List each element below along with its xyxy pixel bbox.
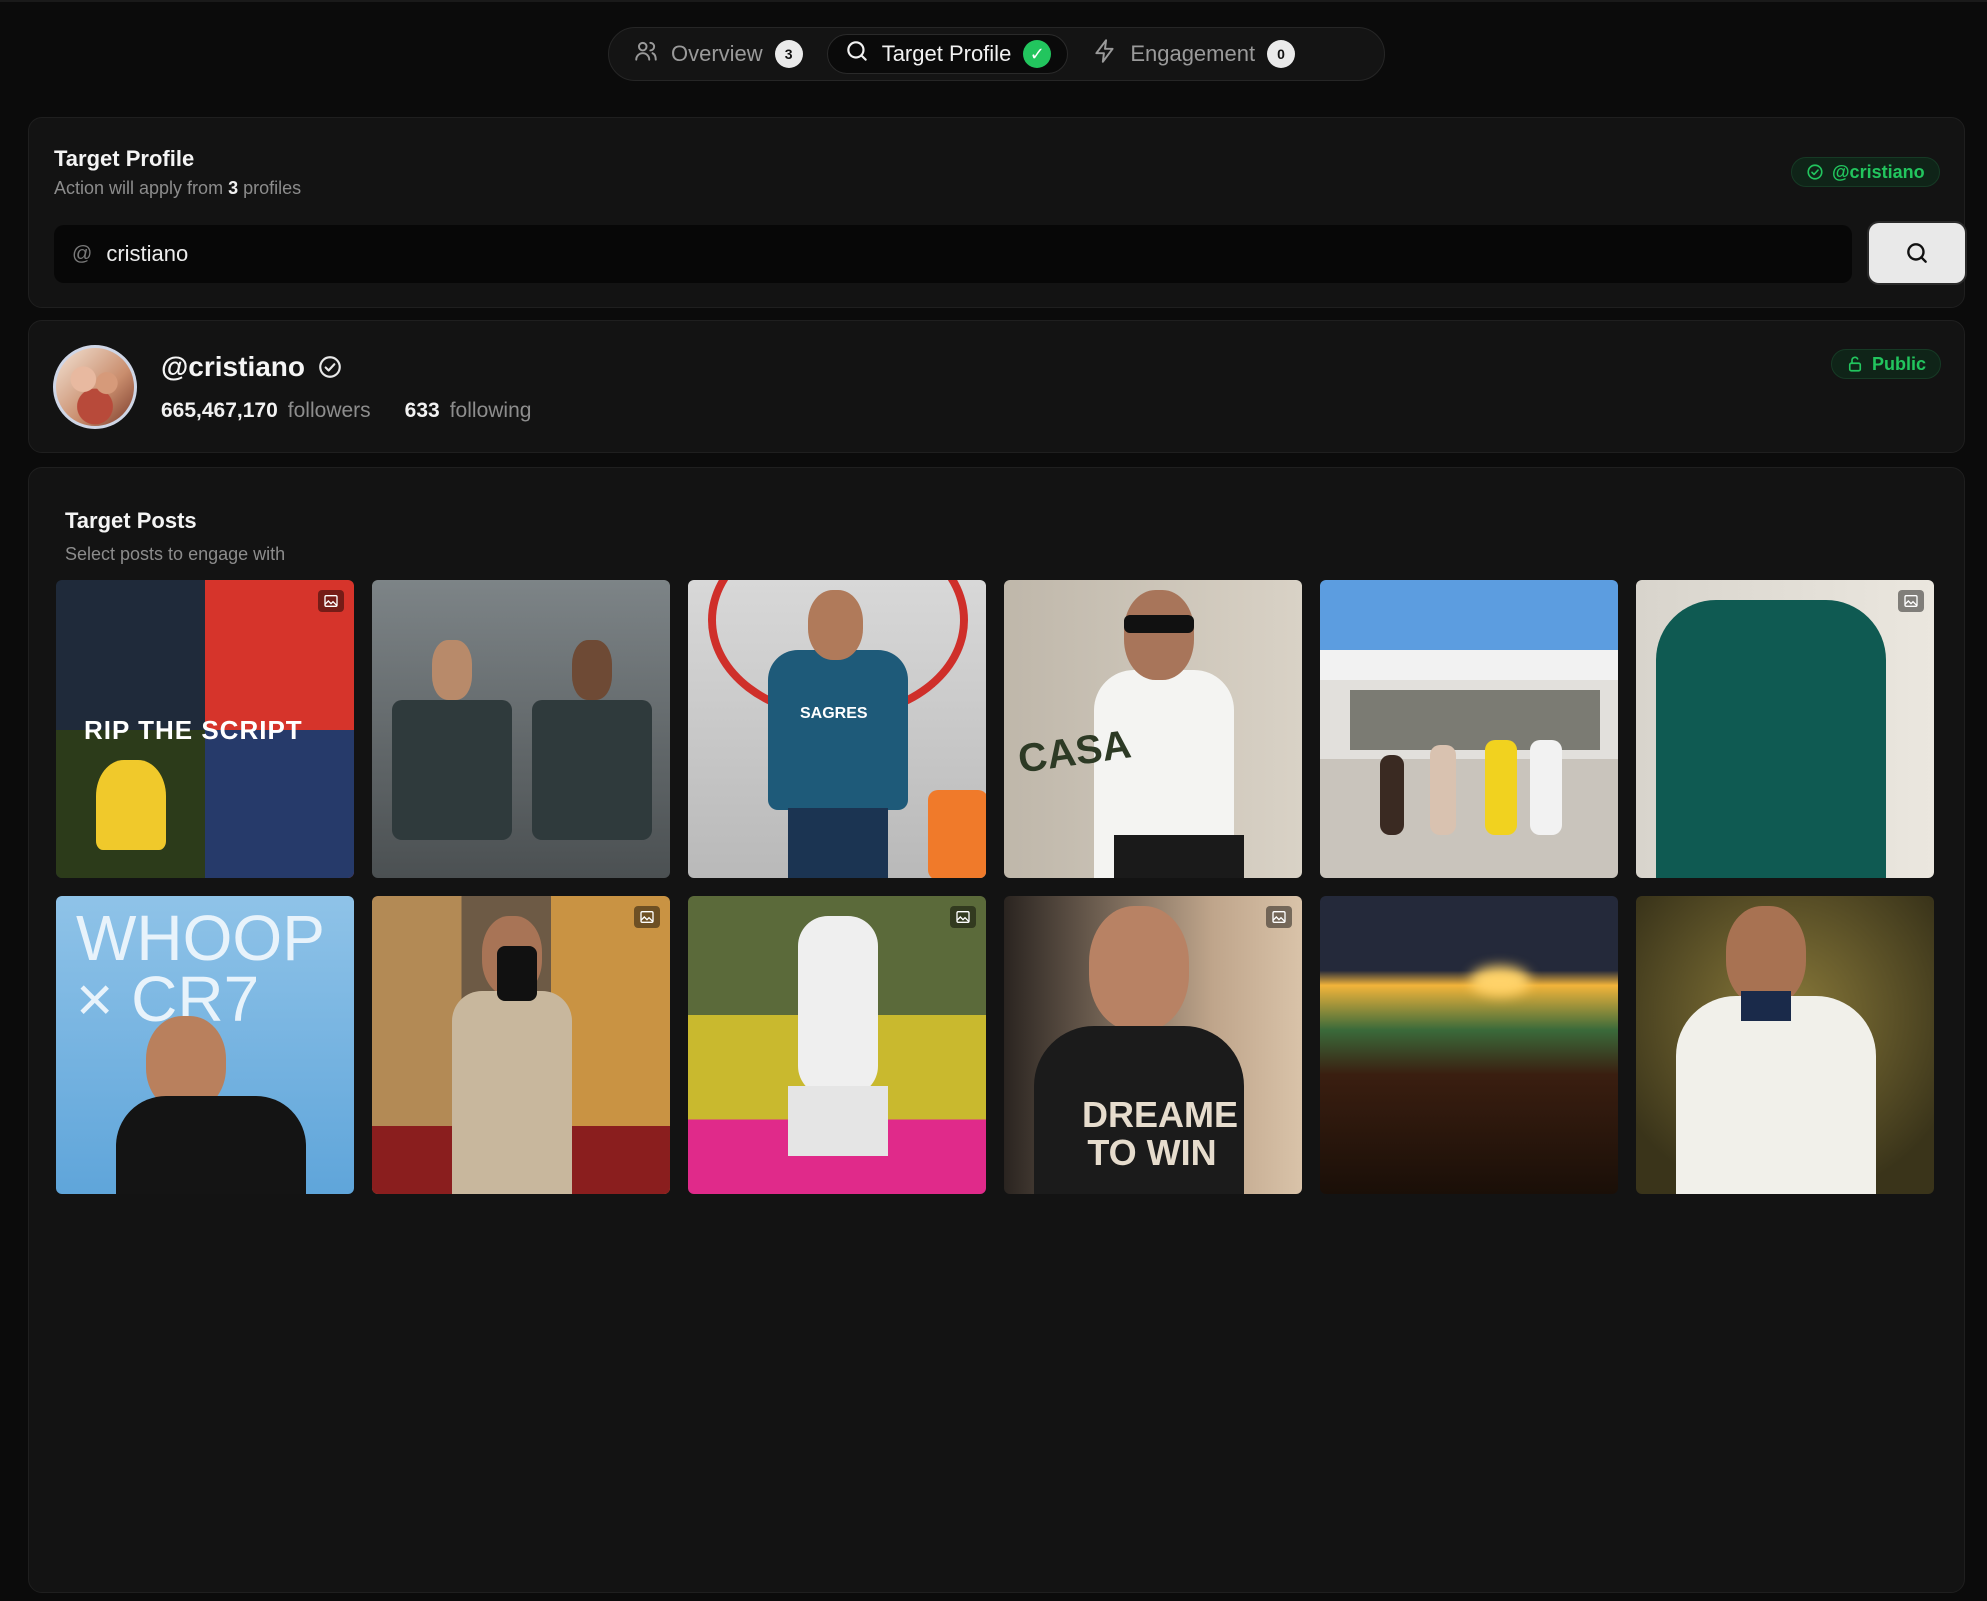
gallery-icon: [1898, 590, 1924, 612]
check-badge: ✓: [1023, 40, 1052, 68]
verified-icon: [319, 356, 341, 378]
post-thumbnail[interactable]: DREAME TO WIN: [1004, 896, 1302, 1194]
username-field: @: [54, 225, 1852, 283]
post-thumbnail[interactable]: [1320, 896, 1618, 1194]
post-thumbnail[interactable]: [688, 896, 986, 1194]
verified-handle-badge: @cristiano: [1791, 157, 1940, 187]
post-caption: SAGRES: [800, 705, 868, 722]
tab-target-profile-label: Target Profile: [881, 41, 1012, 66]
post-thumbnail[interactable]: [372, 896, 670, 1194]
post-thumbnail[interactable]: [372, 580, 670, 878]
search-row: @: [54, 223, 1965, 283]
gallery-icon: [318, 590, 344, 612]
tab-engagement-label: Engagement: [1130, 41, 1256, 66]
followers-count: 665,467,170: [161, 399, 278, 422]
target-posts-title: Target Posts: [65, 508, 197, 533]
post-caption: DREAME TO WIN: [1082, 1094, 1239, 1173]
post-thumbnail[interactable]: WHOOP × CR7: [56, 896, 354, 1194]
profile-username: @cristiano: [161, 351, 343, 383]
post-thumbnail[interactable]: [1636, 896, 1934, 1194]
users-icon: [633, 38, 659, 70]
profile-summary-card: @cristiano 665,467,170 followers 633 fol…: [28, 320, 1965, 453]
post-caption: WHOOP × CR7: [76, 902, 324, 1035]
posts-grid: RIP THE SCRIPT SAGRES CASA WHOOP × CR7 D…: [56, 580, 1940, 1194]
check-circle-icon: [1807, 164, 1823, 180]
following-count: 633: [404, 399, 440, 422]
target-posts-card: Target Posts Select posts to engage with…: [28, 467, 1965, 1593]
gallery-icon: [1266, 906, 1292, 928]
tab-engagement-badge: 0: [1267, 40, 1296, 68]
username-input[interactable]: [106, 241, 1707, 267]
search-icon: [844, 38, 870, 70]
step-tabs: Overview 3 Target Profile ✓ Engagement 0: [608, 27, 1385, 81]
tab-overview[interactable]: Overview 3: [617, 34, 819, 74]
search-icon: [1907, 243, 1927, 263]
tab-overview-badge: 3: [774, 40, 803, 68]
avatar: [53, 345, 137, 429]
target-profile-title: Target Profile: [54, 146, 195, 171]
followers-label: followers: [287, 399, 371, 422]
tab-engagement[interactable]: Engagement 0: [1076, 34, 1311, 74]
profile-stats: 665,467,170 followers 633 following: [161, 399, 531, 423]
tab-target-profile[interactable]: Target Profile ✓: [826, 34, 1069, 74]
target-posts-subtitle: Select posts to engage with: [65, 544, 286, 564]
tab-overview-label: Overview: [671, 41, 763, 66]
gallery-icon: [950, 906, 976, 928]
target-profile-card: Target Profile Action will apply from 3 …: [28, 117, 1965, 308]
gallery-icon: [634, 906, 660, 928]
post-thumbnail[interactable]: SAGRES: [688, 580, 986, 878]
following-label: following: [449, 399, 532, 422]
unlock-icon: [1848, 356, 1862, 372]
post-thumbnail[interactable]: [1636, 580, 1934, 878]
search-button[interactable]: [1869, 223, 1965, 283]
target-profile-subtitle: Action will apply from 3 profiles: [54, 178, 302, 198]
post-caption: RIP THE SCRIPT: [84, 715, 303, 745]
at-prefix: @: [72, 242, 93, 265]
post-thumbnail[interactable]: [1320, 580, 1618, 878]
bolt-icon: [1092, 38, 1118, 70]
post-thumbnail[interactable]: RIP THE SCRIPT: [56, 580, 354, 878]
visibility-badge: Public: [1831, 349, 1942, 379]
window-top-border: [0, 0, 1987, 2]
post-thumbnail[interactable]: CASA: [1004, 580, 1302, 878]
